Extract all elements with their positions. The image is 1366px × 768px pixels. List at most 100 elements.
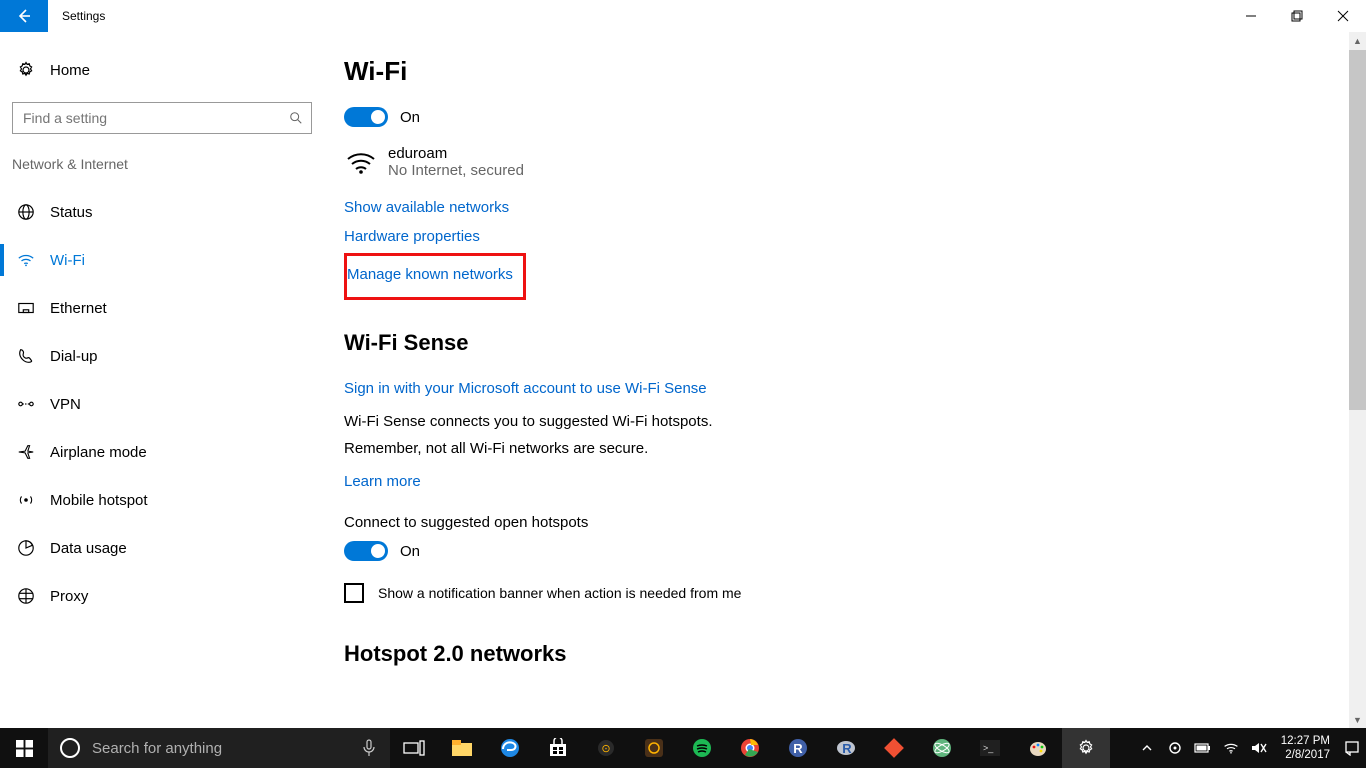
taskbar: Search for anything ⊙ R R >_ 12:27 PM 2/… xyxy=(0,728,1366,768)
maximize-button[interactable] xyxy=(1274,0,1320,32)
svg-text:R: R xyxy=(842,741,852,756)
wifisense-remember: Remember, not all Wi-Fi networks are sec… xyxy=(344,440,1044,457)
nav-label: Wi-Fi xyxy=(50,252,85,269)
svg-text:⊙: ⊙ xyxy=(601,743,610,755)
nav-label: Ethernet xyxy=(50,300,107,317)
nav-dialup[interactable]: Dial-up xyxy=(0,332,320,380)
nav-label: Proxy xyxy=(50,588,88,605)
scroll-down-arrow[interactable]: ▼ xyxy=(1349,711,1366,728)
nav-ethernet[interactable]: Ethernet xyxy=(0,284,320,332)
cortana-icon xyxy=(60,738,80,758)
taskbar-terminal[interactable]: >_ xyxy=(966,728,1014,768)
tray-overflow[interactable] xyxy=(1133,728,1161,768)
hotspot-icon xyxy=(16,491,36,509)
link-hardware-properties[interactable]: Hardware properties xyxy=(344,228,480,245)
tray-wifi-icon[interactable] xyxy=(1217,728,1245,768)
nav-datausage[interactable]: Data usage xyxy=(0,524,320,572)
tray-time: 12:27 PM xyxy=(1281,734,1330,748)
window-title: Settings xyxy=(48,9,105,23)
vpn-icon xyxy=(16,395,36,413)
cortana-search[interactable]: Search for anything xyxy=(48,728,390,768)
category-label: Network & Internet xyxy=(0,134,320,172)
wifi-signal-icon xyxy=(344,145,378,179)
nav-label: Data usage xyxy=(50,540,127,557)
nav-proxy[interactable]: Proxy xyxy=(0,572,320,620)
open-hotspots-toggle-label: On xyxy=(400,543,420,560)
wifi-toggle-label: On xyxy=(400,109,420,126)
open-hotspots-toggle[interactable] xyxy=(344,541,388,561)
taskbar-chrome[interactable] xyxy=(726,728,774,768)
network-status: No Internet, secured xyxy=(388,162,524,179)
nav-label: VPN xyxy=(50,396,81,413)
proxy-icon xyxy=(16,587,36,605)
phone-icon xyxy=(16,347,36,365)
taskbar-settings[interactable] xyxy=(1062,728,1110,768)
ethernet-icon xyxy=(16,299,36,317)
nav-hotspot[interactable]: Mobile hotspot xyxy=(0,476,320,524)
tray-location-icon[interactable] xyxy=(1161,728,1189,768)
back-button[interactable] xyxy=(0,0,48,32)
airplane-icon xyxy=(16,443,36,461)
nav-status[interactable]: Status xyxy=(0,188,320,236)
highlight-box: Manage known networks xyxy=(344,253,526,300)
tray-notifications-icon[interactable] xyxy=(1338,728,1366,768)
datausage-icon xyxy=(16,539,36,557)
minimize-button[interactable] xyxy=(1228,0,1274,32)
start-button[interactable] xyxy=(0,728,48,768)
gear-icon xyxy=(16,61,36,79)
wifi-toggle[interactable] xyxy=(344,107,388,127)
main-content: Wi-Fi On eduroam No Internet, secured Sh… xyxy=(320,32,1366,728)
home-button[interactable]: Home xyxy=(0,48,320,92)
svg-text:R: R xyxy=(793,741,803,756)
taskbar-edge[interactable] xyxy=(486,728,534,768)
sidebar: Home Network & Internet Status Wi-Fi E xyxy=(0,32,320,728)
link-show-networks[interactable]: Show available networks xyxy=(344,199,509,216)
notification-checkbox[interactable] xyxy=(344,583,364,603)
taskbar-app-1[interactable]: ⊙ xyxy=(582,728,630,768)
network-name: eduroam xyxy=(388,145,524,162)
taskbar-store[interactable] xyxy=(534,728,582,768)
titlebar: Settings xyxy=(0,0,1366,32)
open-hotspots-label: Connect to suggested open hotspots xyxy=(344,514,1044,531)
mic-icon[interactable] xyxy=(362,739,376,757)
nav-wifi[interactable]: Wi-Fi xyxy=(0,236,320,284)
taskbar-r[interactable]: R xyxy=(822,728,870,768)
search-field[interactable] xyxy=(21,109,289,127)
cortana-placeholder: Search for anything xyxy=(92,740,362,757)
globe-icon xyxy=(16,203,36,221)
taskbar-atom[interactable] xyxy=(918,728,966,768)
nav-vpn[interactable]: VPN xyxy=(0,380,320,428)
taskbar-rstudio[interactable]: R xyxy=(774,728,822,768)
scrollbar-thumb[interactable] xyxy=(1349,50,1366,410)
search-icon xyxy=(289,111,303,125)
link-manage-known-networks[interactable]: Manage known networks xyxy=(347,266,513,283)
svg-text:>_: >_ xyxy=(983,743,994,753)
scrollbar[interactable]: ▲ ▼ xyxy=(1349,32,1366,728)
wifisense-desc: Wi-Fi Sense connects you to suggested Wi… xyxy=(344,413,1044,430)
link-signin-ms[interactable]: Sign in with your Microsoft account to u… xyxy=(344,380,707,397)
taskbar-app-2[interactable] xyxy=(630,728,678,768)
tray-clock[interactable]: 12:27 PM 2/8/2017 xyxy=(1273,734,1338,762)
notification-checkbox-label: Show a notification banner when action i… xyxy=(378,585,741,601)
home-label: Home xyxy=(50,62,90,79)
wifi-heading: Wi-Fi xyxy=(344,56,1342,87)
nav-airplane[interactable]: Airplane mode xyxy=(0,428,320,476)
taskview-icon[interactable] xyxy=(390,728,438,768)
scroll-up-arrow[interactable]: ▲ xyxy=(1349,32,1366,49)
tray-battery-icon[interactable] xyxy=(1189,728,1217,768)
search-input[interactable] xyxy=(12,102,312,134)
tray-volume-icon[interactable] xyxy=(1245,728,1273,768)
close-button[interactable] xyxy=(1320,0,1366,32)
nav-label: Airplane mode xyxy=(50,444,147,461)
nav-label: Mobile hotspot xyxy=(50,492,148,509)
taskbar-paint[interactable] xyxy=(1014,728,1062,768)
tray-date: 2/8/2017 xyxy=(1281,748,1330,762)
taskbar-git[interactable] xyxy=(870,728,918,768)
current-network[interactable]: eduroam No Internet, secured xyxy=(344,145,1342,179)
nav-label: Status xyxy=(50,204,93,221)
taskbar-spotify[interactable] xyxy=(678,728,726,768)
wifisense-heading: Wi-Fi Sense xyxy=(344,330,1342,356)
link-learn-more[interactable]: Learn more xyxy=(344,473,421,490)
taskbar-fileexplorer[interactable] xyxy=(438,728,486,768)
wifi-icon xyxy=(16,251,36,269)
